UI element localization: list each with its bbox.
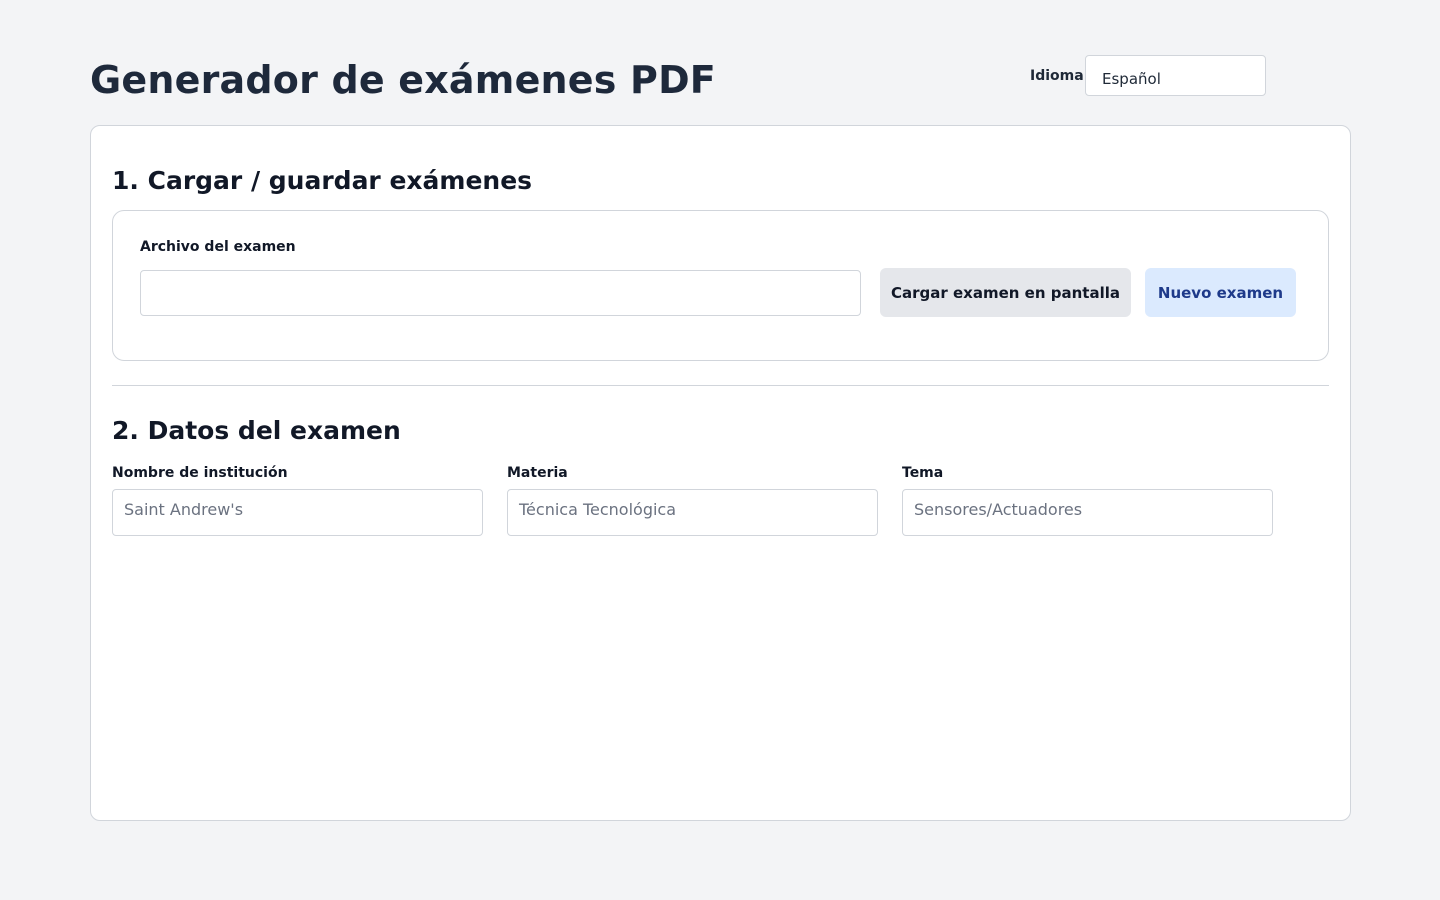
subject-label: Materia — [507, 465, 568, 481]
load-exam-button[interactable]: Cargar examen en pantalla — [880, 268, 1131, 317]
section-title-exam-data: 2. Datos del examen — [112, 416, 401, 445]
app-page: Generador de exámenes PDF Idioma Español… — [0, 0, 1440, 900]
new-exam-button[interactable]: Nuevo examen — [1145, 268, 1296, 317]
language-selector: Idioma Español — [1030, 55, 1266, 96]
topic-input[interactable]: Sensores/Actuadores — [902, 489, 1273, 536]
language-label: Idioma — [1030, 68, 1084, 84]
exam-file-input[interactable] — [140, 270, 861, 316]
institution-input[interactable]: Saint Andrew's — [112, 489, 483, 536]
main-card: 1. Cargar / guardar exámenes Archivo del… — [90, 125, 1351, 821]
language-select[interactable]: Español — [1085, 55, 1266, 96]
subject-input[interactable]: Técnica Tecnológica — [507, 489, 878, 536]
file-label: Archivo del examen — [140, 239, 296, 255]
page-title: Generador de exámenes PDF — [90, 58, 716, 102]
section-title-load-save: 1. Cargar / guardar exámenes — [112, 166, 533, 195]
institution-label: Nombre de institución — [112, 465, 288, 481]
topic-label: Tema — [902, 465, 944, 481]
upload-panel: Archivo del examen Cargar examen en pant… — [112, 210, 1329, 361]
section-divider — [112, 385, 1329, 386]
